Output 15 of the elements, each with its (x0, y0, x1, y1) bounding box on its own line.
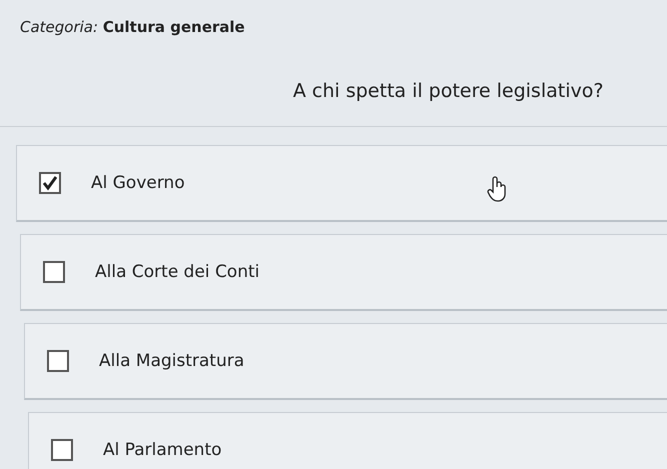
answer-option[interactable]: Al Governo (16, 145, 667, 222)
checkbox[interactable] (47, 350, 69, 372)
checkbox[interactable] (43, 261, 65, 283)
checkmark-icon (42, 175, 58, 191)
option-label: Al Governo (91, 173, 185, 193)
option-label: Alla Magistratura (99, 351, 244, 371)
option-label: Al Parlamento (103, 440, 222, 460)
answer-option[interactable]: Al Parlamento (28, 412, 667, 469)
option-label: Alla Corte dei Conti (95, 262, 260, 282)
checkbox[interactable] (39, 172, 61, 194)
answer-option[interactable]: Alla Magistratura (24, 323, 667, 400)
answer-option[interactable]: Alla Corte dei Conti (20, 234, 667, 311)
question-text: A chi spetta il potere legislativo? (293, 80, 604, 102)
checkbox[interactable] (51, 439, 73, 461)
category-label: Categoria: Cultura generale (20, 18, 246, 36)
